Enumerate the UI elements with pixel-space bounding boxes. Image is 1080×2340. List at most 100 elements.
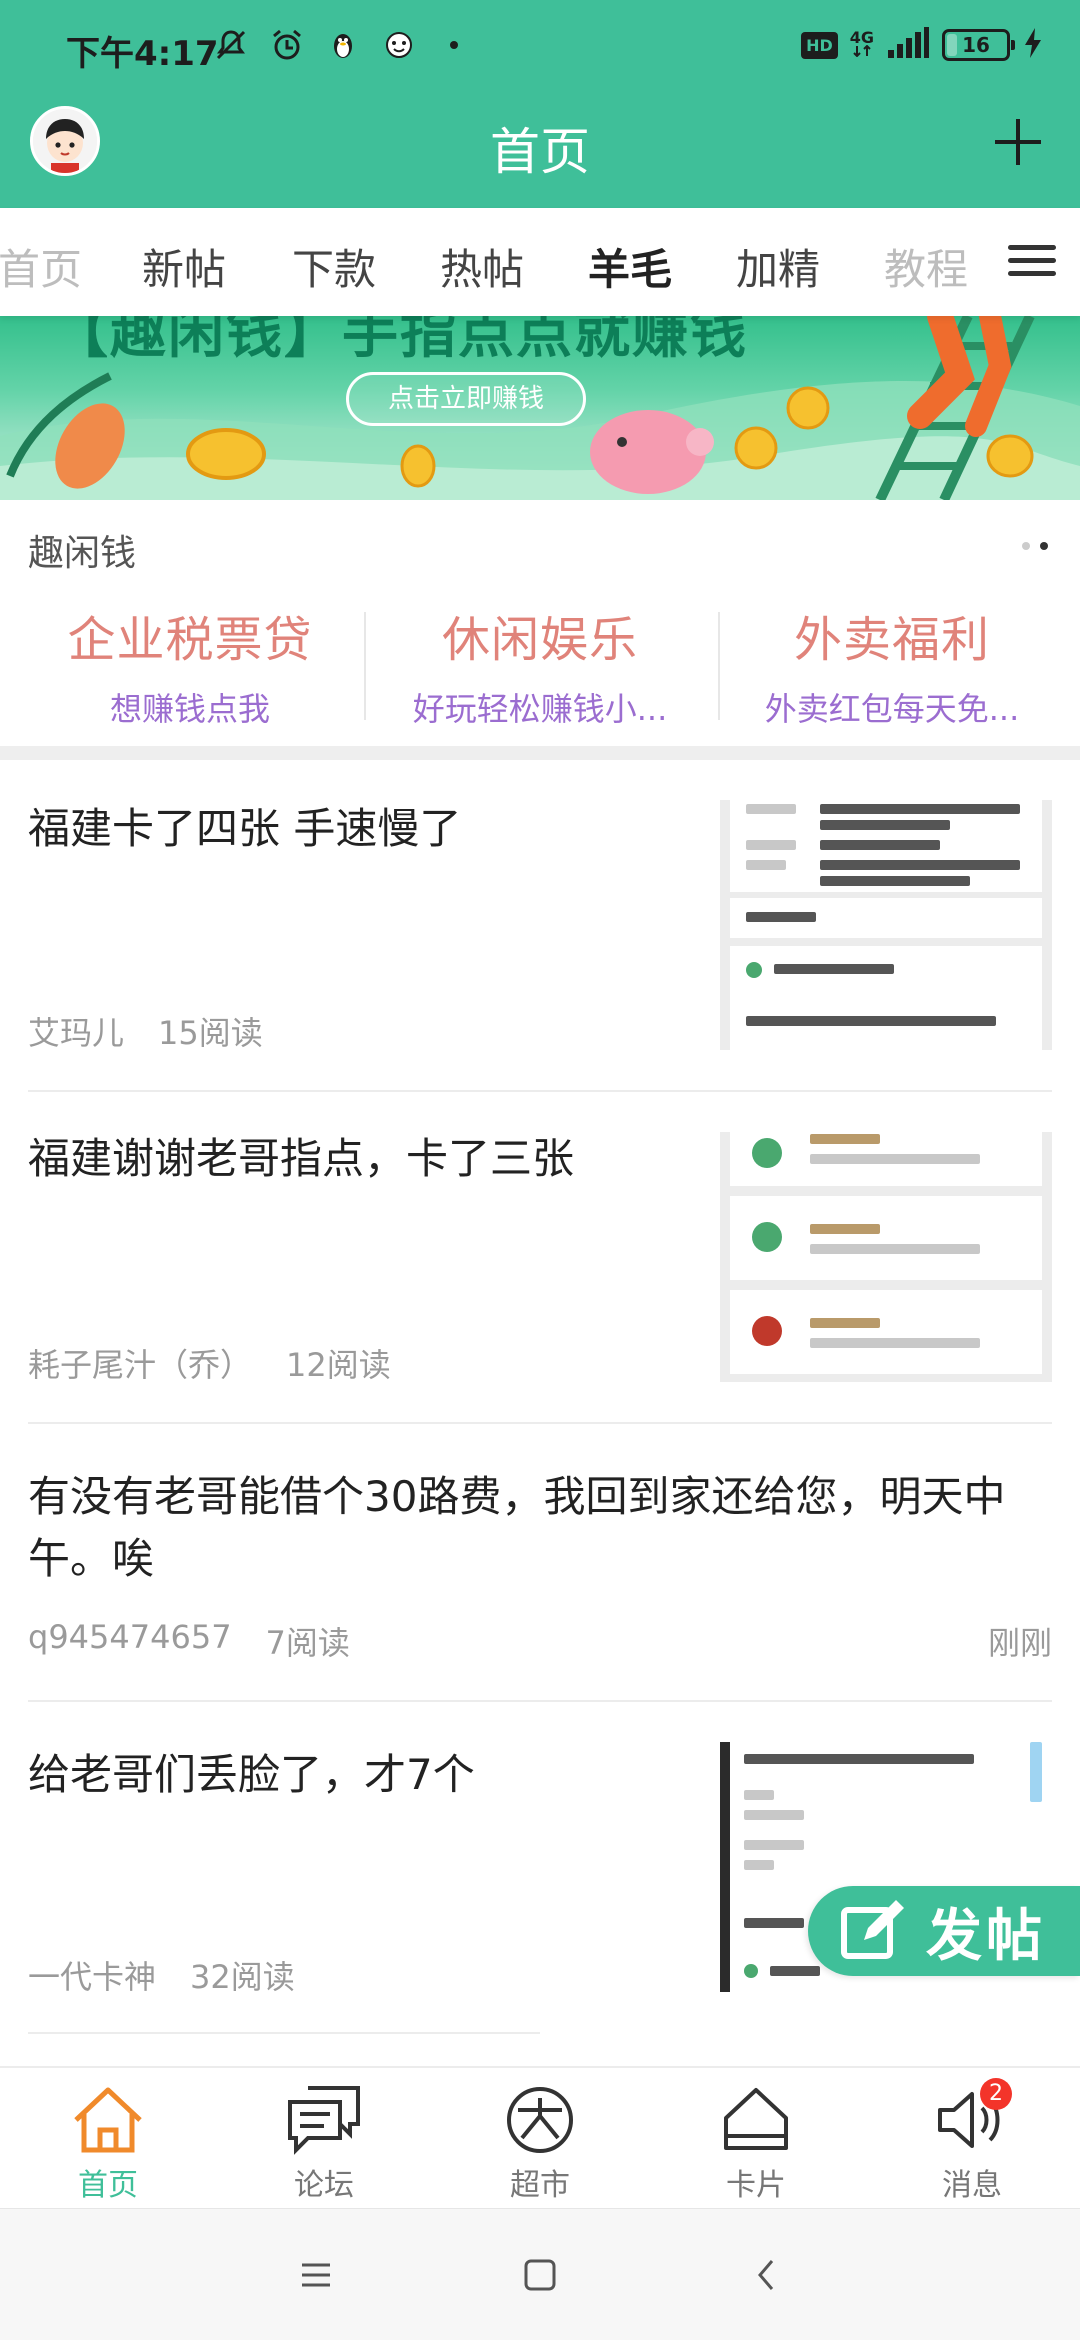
alarm-icon: [268, 26, 306, 64]
back-system-button[interactable]: [740, 2249, 792, 2301]
thumb-card: [730, 1290, 1042, 1374]
status-bar: 下午4:17 HD 4G 16: [0, 0, 1080, 98]
promo-banner[interactable]: 【趣闲钱】手指点点就赚钱 点击立即赚钱: [0, 316, 1080, 500]
quick-link-title: 外卖福利: [793, 612, 990, 668]
quick-link-subtitle: 好玩轻松赚钱小...: [412, 690, 668, 728]
nav-market[interactable]: 超市: [432, 2084, 648, 2204]
post-reads: 15阅读: [158, 1014, 263, 1052]
post-author: 耗子尾汁（乔）: [28, 1346, 253, 1384]
quick-link-takeout[interactable]: 外卖福利 外卖红包每天免...: [712, 600, 1072, 730]
category-tabs: 首页 新帖 下款 热帖 羊毛 加精 教程: [0, 208, 1080, 316]
post-author: 艾玛儿: [28, 1014, 125, 1052]
back-chevron-icon: [758, 2260, 774, 2290]
menu-icon-line: [1008, 271, 1056, 276]
post-reads: 32阅读: [190, 1958, 295, 1996]
pager-dot: [1022, 542, 1030, 550]
bottom-navigation: 首页 论坛 超市 卡片 2 消息: [0, 2066, 1080, 2208]
post-title: 有没有老哥能借个30路费，我回到家还给您，明天中午。唉: [28, 1472, 1006, 1583]
tab-home[interactable]: 首页: [0, 236, 82, 297]
section-separator: [0, 746, 1080, 760]
nav-label: 首页: [78, 2168, 138, 2203]
tab-loans[interactable]: 下款: [292, 236, 376, 297]
nav-label: 论坛: [294, 2168, 354, 2203]
quick-link-title: 休闲娱乐: [441, 612, 638, 668]
pager-dot-active: [1040, 542, 1048, 550]
nav-cards[interactable]: 卡片: [648, 2084, 864, 2204]
tab-tutorials[interactable]: 教程: [884, 236, 968, 297]
section-label: 趣闲钱: [28, 533, 137, 574]
hd-badge: HD: [801, 31, 838, 59]
status-time: 下午4:17: [66, 34, 219, 74]
post-meta: 艾玛儿 15阅读: [28, 1008, 263, 1054]
app-header: 首页: [0, 98, 1080, 208]
post-author: q945474657: [28, 1618, 232, 1656]
charging-icon: [1022, 26, 1044, 64]
plus-icon: [995, 119, 1041, 165]
quick-link-subtitle: 外卖红包每天免...: [764, 690, 1020, 728]
post-reads: 7阅读: [265, 1624, 350, 1662]
home-system-button[interactable]: [514, 2249, 566, 2301]
nav-label: 超市: [510, 2168, 570, 2203]
tab-new-posts[interactable]: 新帖: [142, 236, 226, 297]
menu-icon-line: [1008, 245, 1056, 250]
market-icon: [500, 2084, 580, 2156]
post-thumbnail: [720, 1132, 1052, 1382]
nav-messages[interactable]: 2 消息: [864, 2078, 1080, 2204]
thumb-card: [730, 1196, 1042, 1280]
app-notification-icon: [380, 26, 418, 64]
banner-cta-button[interactable]: 点击立即赚钱: [346, 372, 586, 426]
tab-deals[interactable]: 羊毛: [588, 236, 672, 297]
divider: [28, 2032, 540, 2034]
post-title: 福建谢谢老哥指点，卡了三张: [28, 1134, 575, 1183]
system-navigation-bar: [0, 2208, 1080, 2340]
post-title: 给老哥们丢脸了，才7个: [28, 1750, 475, 1799]
post-reads: 12阅读: [286, 1346, 391, 1384]
thumb-card: [730, 898, 1042, 938]
tab-menu-button[interactable]: [1008, 240, 1056, 288]
menu-icon: [302, 2263, 330, 2287]
chat-icon: [284, 2084, 364, 2156]
banner-headline: 【趣闲钱】手指点点就赚钱: [52, 316, 748, 366]
status-system-icons: HD 4G 16: [801, 26, 1044, 64]
post-thumbnail: [720, 800, 1052, 1050]
menu-icon-line: [1008, 258, 1056, 263]
post-item[interactable]: 福建卡了四张 手速慢了 艾玛儿 15阅读: [0, 760, 1080, 1092]
post-item[interactable]: 有没有老哥能借个30路费，我回到家还给您，明天中午。唉 q945474657 7…: [0, 1424, 1080, 1702]
signal-icon: [886, 26, 930, 64]
nav-label: 卡片: [726, 2168, 786, 2203]
new-post-button[interactable]: 发帖: [808, 1886, 1080, 1976]
battery-indicator: 16: [942, 29, 1015, 61]
post-item[interactable]: 福建谢谢老哥指点，卡了三张 耗子尾汁（乔） 12阅读: [0, 1092, 1080, 1424]
quick-link-leisure[interactable]: 休闲娱乐 好玩轻松赚钱小...: [360, 600, 720, 730]
new-post-label: 发帖: [926, 1902, 1046, 1969]
quick-link-title: 企业税票贷: [67, 612, 313, 668]
thumb-card: [730, 1132, 1042, 1186]
post-item[interactable]: 给老哥们丢脸了，才7个 一代卡神 32阅读: [0, 1702, 1080, 2034]
network-type: 4G: [850, 30, 874, 59]
recent-apps-button[interactable]: [290, 2249, 342, 2301]
tab-hot-posts[interactable]: 热帖: [440, 236, 524, 297]
post-author: 一代卡神: [28, 1958, 157, 1996]
thumb-card: [730, 800, 1042, 892]
quick-links: 企业税票贷 想赚钱点我 休闲娱乐 好玩轻松赚钱小... 外卖福利 外卖红包每天免…: [0, 600, 1080, 744]
nav-home[interactable]: 首页: [0, 2084, 216, 2204]
more-notifications-dot: [450, 41, 458, 49]
square-icon: [524, 2259, 556, 2291]
edit-icon: [841, 1900, 904, 1959]
post-meta: 耗子尾汁（乔） 12阅读: [28, 1340, 391, 1386]
page-title: 首页: [490, 123, 590, 181]
quick-link-tax-loan[interactable]: 企业税票贷 想赚钱点我: [10, 600, 370, 730]
card-icon: [716, 2084, 796, 2156]
post-title: 福建卡了四张 手速慢了: [28, 804, 462, 853]
pager-dots: [1022, 542, 1048, 550]
nav-label: 消息: [942, 2168, 1002, 2203]
qq-penguin-icon: [324, 26, 362, 64]
nav-forum[interactable]: 论坛: [216, 2084, 432, 2204]
post-time: 刚刚: [987, 1624, 1052, 1662]
tab-featured[interactable]: 加精: [736, 236, 820, 297]
quick-link-subtitle: 想赚钱点我: [109, 690, 270, 728]
add-button[interactable]: [986, 110, 1050, 174]
speaker-icon: 2: [932, 2078, 1012, 2156]
home-icon: [68, 2084, 148, 2156]
status-notification-icons: [212, 26, 458, 64]
